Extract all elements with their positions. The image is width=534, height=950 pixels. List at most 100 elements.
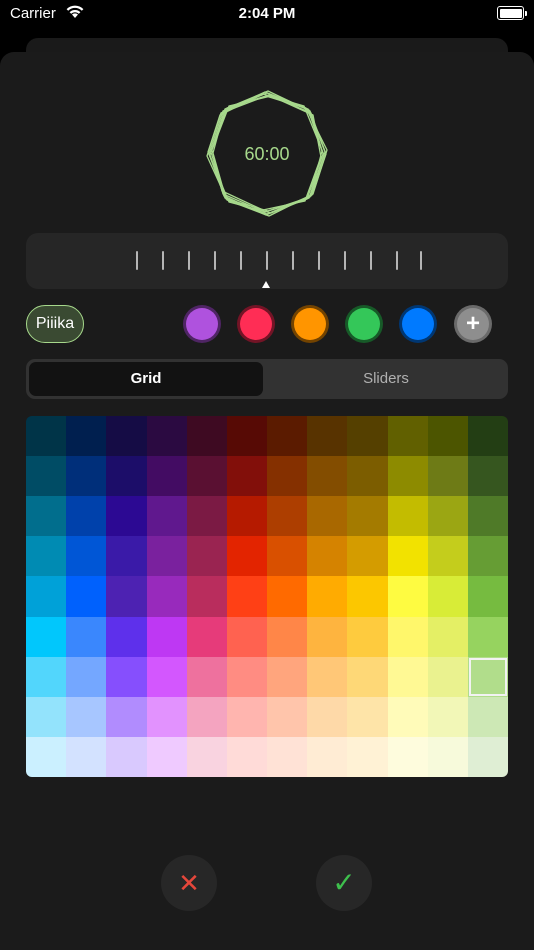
color-cell[interactable] [106,416,147,457]
color-cell[interactable] [226,416,267,457]
color-cell[interactable] [467,416,508,457]
color-cell[interactable] [26,656,67,697]
color-cell[interactable] [26,536,67,577]
color-cell[interactable] [146,416,187,457]
color-cell[interactable] [387,576,428,617]
color-cell[interactable] [186,576,227,617]
color-cell[interactable] [226,536,267,577]
color-cell[interactable] [347,616,388,657]
color-cell[interactable] [467,496,508,537]
color-cell[interactable] [106,736,147,777]
color-cell[interactable] [226,496,267,537]
color-cell[interactable] [467,736,508,777]
color-cell[interactable] [307,416,348,457]
color-cell[interactable] [387,456,428,497]
color-cell[interactable] [146,616,187,657]
color-cell[interactable] [186,656,227,697]
confirm-button[interactable]: ✓ [316,855,372,911]
color-cell[interactable] [66,536,107,577]
color-cell[interactable] [427,616,468,657]
color-cell[interactable] [307,496,348,537]
color-cell[interactable] [467,576,508,617]
color-cell[interactable] [347,416,388,457]
color-cell[interactable] [226,576,267,617]
color-cell[interactable] [467,696,508,737]
color-cell[interactable] [387,656,428,697]
color-cell[interactable] [267,416,308,457]
color-cell[interactable] [387,696,428,737]
color-cell[interactable] [467,456,508,497]
color-cell[interactable] [307,736,348,777]
color-cell[interactable] [427,496,468,537]
color-cell[interactable] [106,536,147,577]
color-cell[interactable] [66,456,107,497]
color-cell[interactable] [26,696,67,737]
color-cell[interactable] [146,576,187,617]
color-cell[interactable] [66,696,107,737]
add-swatch-button[interactable]: + [454,305,492,343]
color-cell[interactable] [26,616,67,657]
color-cell[interactable] [267,616,308,657]
timer-dial[interactable]: 60:00 [197,84,337,224]
color-cell[interactable] [467,616,508,657]
color-cell[interactable] [26,576,67,617]
color-cell[interactable] [267,576,308,617]
color-cell[interactable] [307,656,348,697]
color-cell[interactable] [146,696,187,737]
color-cell[interactable] [427,576,468,617]
color-cell[interactable] [387,736,428,777]
color-cell[interactable] [427,696,468,737]
color-cell[interactable] [427,736,468,777]
color-cell[interactable] [347,496,388,537]
color-cell[interactable] [387,416,428,457]
color-cell[interactable] [66,616,107,657]
color-cell[interactable] [307,696,348,737]
color-cell[interactable] [226,656,267,697]
color-cell[interactable] [387,536,428,577]
tab-grid[interactable]: Grid [29,362,263,396]
color-cell[interactable] [146,736,187,777]
name-chip[interactable]: Piiika [26,305,84,343]
color-cell[interactable] [106,496,147,537]
color-cell[interactable] [307,576,348,617]
color-cell[interactable] [387,616,428,657]
color-cell[interactable] [146,496,187,537]
color-cell[interactable] [267,656,308,697]
swatch-blue[interactable] [399,305,437,343]
color-cell[interactable] [186,456,227,497]
color-cell[interactable] [106,656,147,697]
color-cell[interactable] [26,456,67,497]
color-cell[interactable] [347,456,388,497]
color-cell[interactable] [307,616,348,657]
color-cell[interactable] [26,416,67,457]
color-cell[interactable] [267,456,308,497]
color-cell[interactable] [226,456,267,497]
color-cell[interactable] [347,536,388,577]
color-cell[interactable] [307,536,348,577]
swatch-purple[interactable] [183,305,221,343]
color-cell[interactable] [66,576,107,617]
color-cell[interactable] [226,616,267,657]
color-cell[interactable] [66,656,107,697]
color-cell[interactable] [267,696,308,737]
color-cell[interactable] [427,656,468,697]
color-cell[interactable] [26,736,67,777]
color-cell[interactable] [387,496,428,537]
color-cell[interactable] [146,656,187,697]
color-cell[interactable] [427,536,468,577]
color-cell[interactable] [106,696,147,737]
cancel-button[interactable]: ✕ [161,855,217,911]
color-cell[interactable] [66,736,107,777]
color-cell[interactable] [186,416,227,457]
color-cell[interactable] [106,576,147,617]
color-cell[interactable] [186,536,227,577]
color-cell[interactable] [186,616,227,657]
color-cell[interactable] [226,696,267,737]
color-cell[interactable] [347,576,388,617]
color-cell[interactable] [427,416,468,457]
color-cell[interactable] [226,736,267,777]
color-cell[interactable] [267,736,308,777]
color-cell[interactable] [267,496,308,537]
color-cell[interactable] [26,496,67,537]
color-cell[interactable] [347,696,388,737]
